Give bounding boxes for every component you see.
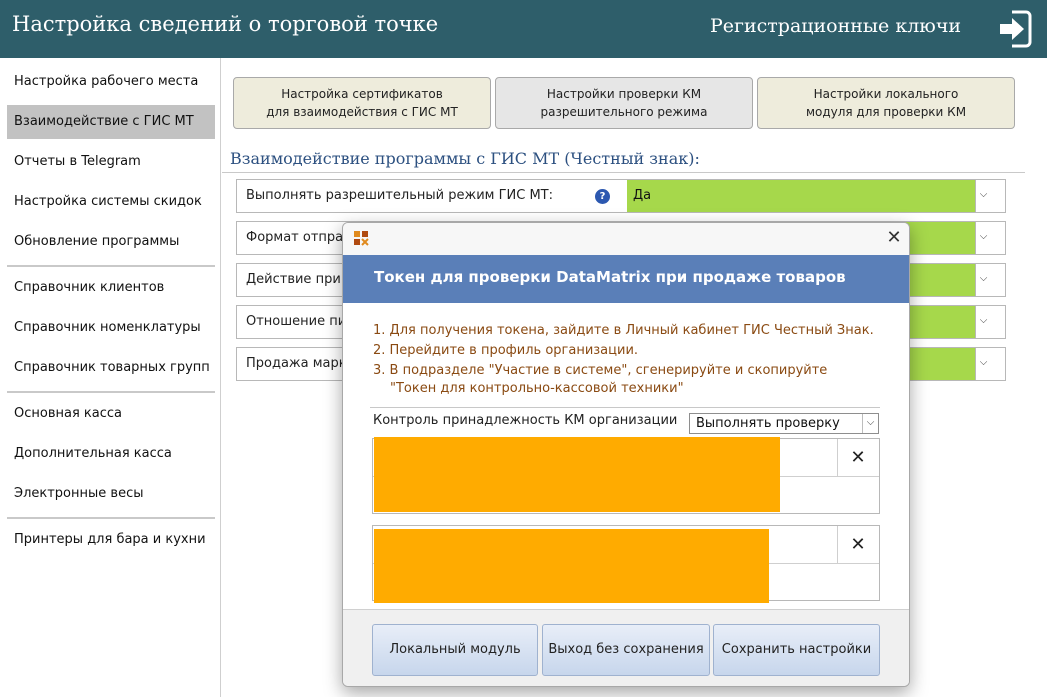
local-module-button[interactable]: Локальный модуль <box>372 624 538 676</box>
sidebar-item-scales[interactable]: Электронные весы <box>7 477 215 511</box>
token-field-1: ✕ <box>372 437 880 514</box>
dialog-banner: Токен для проверки DataMatrix при продаж… <box>343 255 909 303</box>
setting-select-permissive-mode[interactable]: Да ⌵ <box>627 180 991 212</box>
sidebar-item-product-groups[interactable]: Справочник товарных групп <box>7 351 215 385</box>
exit-without-save-button[interactable]: Выход без сохранения <box>542 624 710 676</box>
tab-label-line2: модуля для проверки КМ <box>805 105 967 119</box>
exit-icon[interactable] <box>996 8 1034 50</box>
header-bar: Настройка сведений о торговой точке Реги… <box>0 0 1047 58</box>
section-title: Взаимодействие программы с ГИС МТ (Честн… <box>230 149 700 168</box>
sidebar-item-nomenclature[interactable]: Справочник номенклатуры <box>7 311 215 345</box>
chevron-down-icon[interactable]: ⌵ <box>975 180 991 212</box>
control-label: Контроль принадлежность КМ организации <box>373 413 678 428</box>
instruction-line: 2. Перейдите в профиль организации. <box>373 343 639 358</box>
close-icon[interactable]: ✕ <box>883 227 905 249</box>
token-divider <box>837 439 838 476</box>
sidebar-item-extra-cash[interactable]: Дополнительная касса <box>7 437 215 471</box>
redaction-block <box>374 437 780 512</box>
sidebar-item-clients[interactable]: Справочник клиентов <box>7 271 215 305</box>
instruction-line: "Токен для контрольно-кассовой техники" <box>390 381 684 396</box>
redaction-block <box>374 529 769 603</box>
control-select[interactable]: Выполнять проверку ⌵ <box>689 413 879 434</box>
section-divider <box>222 172 1025 173</box>
clear-token-2-icon[interactable]: ✕ <box>839 530 877 560</box>
sidebar-divider <box>7 391 215 393</box>
sidebar-divider <box>7 517 215 519</box>
setting-label: Действие при <box>246 272 341 287</box>
control-select-value: Выполнять проверку <box>696 416 840 431</box>
chevron-down-icon[interactable]: ⌵ <box>975 264 991 296</box>
sidebar-divider <box>7 265 215 267</box>
app-icon <box>353 230 369 246</box>
chevron-down-icon[interactable]: ⌵ <box>975 222 991 254</box>
chevron-down-icon[interactable]: ⌵ <box>975 306 991 338</box>
tab-label-line2: для взаимодействия с ГИС МТ <box>266 105 458 119</box>
setting-label: Выполнять разрешительный режим ГИС МТ: <box>246 188 553 203</box>
sidebar-item-printers[interactable]: Принтеры для бара и кухни <box>7 523 215 557</box>
app-window: Настройка сведений о торговой точке Реги… <box>0 0 1047 697</box>
token-dialog: ✕ Токен для проверки DataMatrix при прод… <box>342 222 910 687</box>
tab-certificates[interactable]: Настройка сертификатов для взаимодействия… <box>233 77 491 129</box>
chevron-down-icon[interactable]: ⌵ <box>975 348 991 380</box>
tab-label-line1: Настройки проверки КМ <box>546 87 702 101</box>
setting-row-permissive-mode: Выполнять разрешительный режим ГИС МТ: ?… <box>236 179 1006 213</box>
tab-label-line2: разрешительного режима <box>540 105 708 119</box>
tab-local-module[interactable]: Настройки локального модуля для проверки … <box>757 77 1015 129</box>
tab-label-line1: Настройки локального <box>813 87 959 101</box>
chevron-down-icon[interactable]: ⌵ <box>862 414 878 433</box>
setting-value: Да <box>633 188 652 203</box>
tab-label-line1: Настройка сертификатов <box>281 87 443 101</box>
dialog-titlebar: ✕ <box>343 223 909 255</box>
sidebar-item-workplace[interactable]: Настройка рабочего места <box>7 65 215 99</box>
setting-label: Продажа марк <box>246 356 347 371</box>
instruction-line: 1. Для получения токена, зайдите в Личны… <box>373 323 874 338</box>
divider <box>370 407 880 408</box>
dialog-body: 1. Для получения токена, зайдите в Личны… <box>343 303 909 609</box>
sidebar: Настройка рабочего места Взаимодействие … <box>0 58 221 697</box>
dialog-title: Токен для проверки DataMatrix при продаж… <box>374 268 846 286</box>
page-title: Настройка сведений о торговой точке <box>12 12 439 36</box>
sidebar-item-update[interactable]: Обновление программы <box>7 225 215 259</box>
sidebar-item-gis-mt[interactable]: Взаимодействие с ГИС МТ <box>7 105 215 139</box>
dialog-footer: Локальный модуль Выход без сохранения Со… <box>343 609 909 686</box>
tab-km-check[interactable]: Настройки проверки КМ разрешительного реж… <box>495 77 753 129</box>
help-icon[interactable]: ? <box>595 189 610 204</box>
sidebar-item-main-cash[interactable]: Основная касса <box>7 397 215 431</box>
token-field-2: ✕ <box>372 525 880 603</box>
save-settings-button[interactable]: Сохранить настройки <box>713 624 880 676</box>
sidebar-item-discounts[interactable]: Настройка системы скидок <box>7 185 215 219</box>
registration-keys-link[interactable]: Регистрационные ключи <box>710 15 961 37</box>
setting-label: Отношение пи <box>246 314 347 329</box>
token-divider <box>837 526 838 563</box>
setting-label: Формат отправ <box>246 230 351 245</box>
clear-token-1-icon[interactable]: ✕ <box>839 443 877 473</box>
sidebar-item-telegram[interactable]: Отчеты в Telegram <box>7 145 215 179</box>
instruction-line: 3. В подразделе "Участие в системе", сге… <box>373 363 828 378</box>
